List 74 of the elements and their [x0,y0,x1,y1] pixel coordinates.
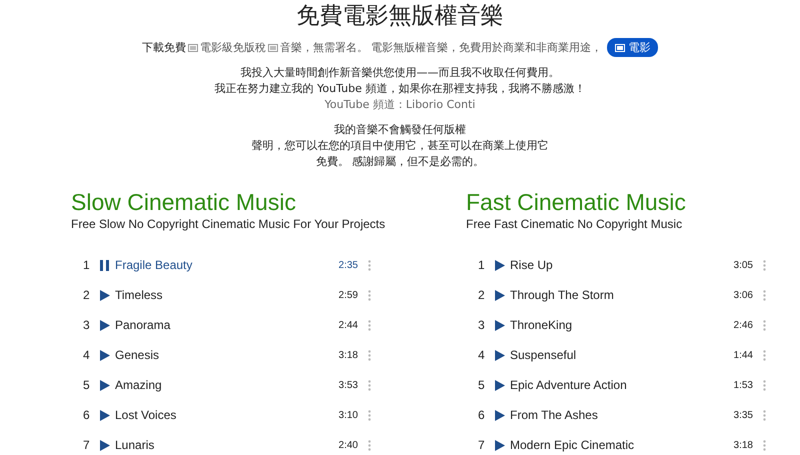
track-number: 2 [83,288,91,302]
track-title[interactable]: From The Ashes [510,408,734,422]
play-icon[interactable] [100,290,110,300]
image-icon [268,44,278,52]
track-title[interactable]: Suspenseful [510,348,734,362]
track-duration: 3:35 [734,410,753,420]
track-number: 3 [83,318,91,332]
track-title[interactable]: Amazing [115,378,339,392]
intro-text: 下載免費 [142,40,186,55]
track-title[interactable]: Timeless [115,288,339,302]
track-title[interactable]: Through The Storm [510,288,734,302]
track-number: 7 [83,438,91,452]
playlist-title: Slow Cinematic Music [71,188,297,216]
track-number: 7 [478,438,486,452]
track-title[interactable]: Modern Epic Cinematic [510,438,734,452]
play-icon[interactable] [495,260,505,270]
track-title[interactable]: Epic Adventure Action [510,378,734,392]
play-icon[interactable] [495,290,505,300]
track-title[interactable]: Fragile Beauty [115,258,339,272]
play-icon[interactable] [495,350,505,360]
movie-tag[interactable]: 電影 [607,38,658,57]
track-number: 6 [478,408,486,422]
track-duration: 1:44 [734,350,753,360]
play-icon[interactable] [100,410,110,420]
track-title[interactable]: Genesis [115,348,339,362]
track-number: 6 [83,408,91,422]
track-duration: 2:35 [338,260,358,270]
track-number: 4 [83,348,91,362]
pause-icon[interactable] [100,260,110,270]
track-number: 4 [478,348,486,362]
play-icon[interactable] [495,410,505,420]
description-text: 我的音樂不會觸發任何版權 [333,122,467,138]
track-duration: 2:44 [338,320,358,330]
play-icon[interactable] [100,380,110,390]
description-text: 免費。 感謝歸屬，但不是必需的。 [314,154,486,170]
page-title: 免費電影無版權音樂 [296,2,504,30]
play-icon[interactable] [100,440,110,450]
track-duration: 3:06 [734,290,753,300]
description-text: 我正在努力建立我的 YouTube 頻道，如果你在那裡支持我，我將不勝感激！ [214,81,586,97]
image-icon [188,44,198,52]
playlist-subtitle: Free Fast Cinematic No Copyright Music [466,217,684,231]
track-duration: 3:18 [734,440,753,450]
intro-text: 電影級免版稅 [200,40,266,55]
track-number: 1 [478,258,486,272]
intro-text: 音樂，無需署名。 電影無版權音樂，免費用於商業和非商業用途， [280,40,602,55]
description-text: YouTube 頻道：Liborio Conti [324,97,476,113]
play-icon[interactable] [495,440,505,450]
track-title[interactable]: Lost Voices [115,408,339,422]
track-title[interactable]: Lunaris [115,438,339,452]
playlist-subtitle: Free Slow No Copyright Cinematic Music For Your Projects [71,217,386,231]
track-title[interactable]: Rise Up [510,258,734,272]
description-text: 聲明，您可以在您的項目中使用它，甚至可以在商業上使用它 [250,138,550,154]
play-icon[interactable] [100,350,110,360]
play-icon[interactable] [495,380,505,390]
play-icon[interactable] [100,320,110,330]
track-duration: 3:18 [338,350,358,360]
track-duration: 1:53 [734,380,753,390]
play-icon[interactable] [495,320,505,330]
image-icon [615,44,626,52]
track-number: 2 [478,288,486,302]
track-duration: 2:59 [338,290,358,300]
description-text: 我投入大量時間創作新音樂供您使用——而且我不收取任何費用。 [240,65,560,81]
track-duration: 3:05 [734,260,753,270]
track-number: 5 [478,378,486,392]
track-title[interactable]: Panorama [115,318,339,332]
track-number: 1 [83,258,91,272]
track-duration: 3:53 [338,380,358,390]
track-number: 5 [83,378,91,392]
track-number: 3 [478,318,486,332]
playlist-title: Fast Cinematic Music [466,188,687,216]
track-duration: 2:40 [338,440,358,450]
track-duration: 3:10 [338,410,358,420]
track-duration: 2:46 [734,320,753,330]
track-title[interactable]: ThroneKing [510,318,734,332]
